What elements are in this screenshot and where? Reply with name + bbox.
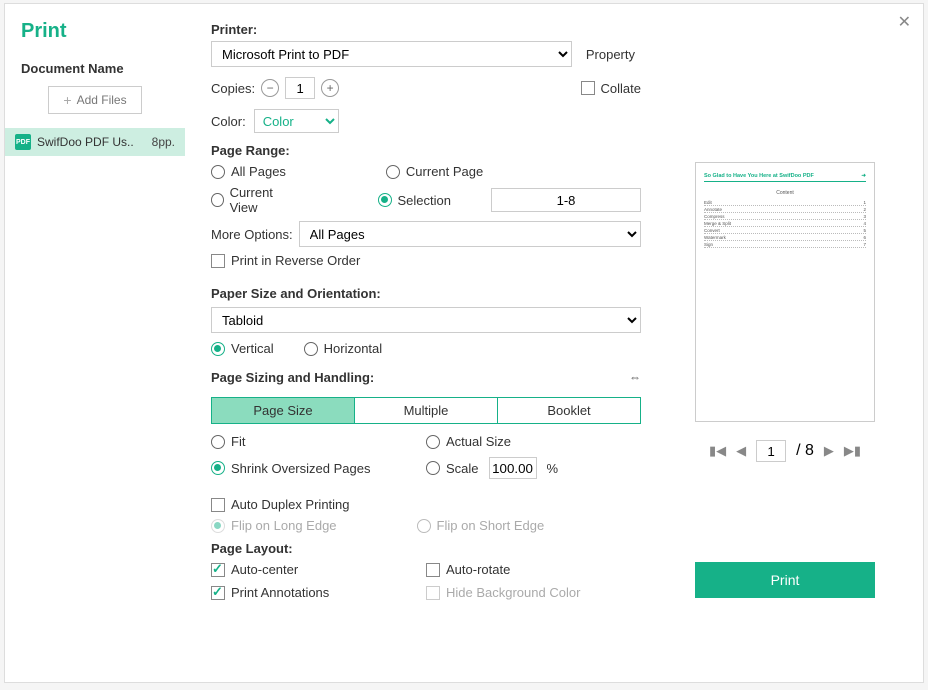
scale-input[interactable] [489, 457, 537, 479]
settings-panel: Printer: Microsoft Print to PDF Property… [211, 22, 641, 672]
scale-radio[interactable]: Scale % [426, 457, 641, 479]
copies-increment-button[interactable]: + [321, 79, 339, 97]
vertical-radio[interactable]: Vertical [211, 341, 274, 356]
current-page-radio[interactable]: Current Page [386, 164, 483, 179]
last-page-icon[interactable]: ▶▮ [844, 443, 861, 459]
more-options-label: More Options: [211, 227, 293, 242]
color-select[interactable]: Color [254, 109, 339, 133]
tab-booklet[interactable]: Booklet [497, 398, 640, 423]
auto-rotate-checkbox[interactable]: Auto-rotate [426, 562, 641, 577]
first-page-icon[interactable]: ▮◀ [709, 443, 726, 459]
document-name-label: Document Name [5, 61, 185, 86]
more-options-select[interactable]: All Pages [299, 221, 641, 247]
flip-short-radio: Flip on Short Edge [417, 518, 545, 533]
current-view-radio[interactable]: Current View [211, 185, 296, 215]
copies-input[interactable] [285, 77, 315, 99]
copies-label: Copies: [211, 81, 255, 96]
next-page-icon[interactable]: ▶ [824, 443, 834, 459]
sizing-label: Page Sizing and Handling: [211, 370, 374, 385]
preview-pager: ▮◀ ◀ / 8 ▶ ▶▮ [709, 440, 861, 462]
expand-icon[interactable]: ⇔ [629, 370, 641, 384]
paper-size-select[interactable]: Tabloid [211, 307, 641, 333]
color-label: Color: [211, 114, 246, 129]
printer-select[interactable]: Microsoft Print to PDF [211, 41, 572, 67]
sidebar: Print Document Name + Add Files PDF Swif… [5, 4, 185, 682]
plus-icon: + [63, 93, 71, 107]
preview-pane: So Glad to Have You Here at SwifDoo PDF➜… [641, 22, 903, 672]
horizontal-radio[interactable]: Horizontal [304, 341, 383, 356]
page-total: / 8 [796, 442, 814, 460]
file-pages: 8pp. [152, 135, 175, 149]
reverse-order-checkbox[interactable]: Print in Reverse Order [211, 253, 360, 268]
selection-radio[interactable]: Selection [378, 193, 451, 208]
auto-duplex-checkbox[interactable]: Auto Duplex Printing [211, 497, 350, 512]
page-number-input[interactable] [756, 440, 786, 462]
prev-page-icon[interactable]: ◀ [736, 443, 746, 459]
preview-page: So Glad to Have You Here at SwifDoo PDF➜… [695, 162, 875, 422]
paper-label: Paper Size and Orientation: [211, 286, 641, 301]
all-pages-radio[interactable]: All Pages [211, 164, 286, 179]
printer-property-button[interactable]: Property [580, 47, 641, 62]
shrink-radio[interactable]: Shrink Oversized Pages [211, 457, 426, 479]
file-item[interactable]: PDF SwifDoo PDF Us.. 8pp. [5, 128, 185, 156]
sizing-tabs: Page Size Multiple Booklet [211, 397, 641, 424]
close-icon[interactable]: ✕ [898, 12, 911, 32]
print-annotations-checkbox[interactable]: Print Annotations [211, 585, 426, 600]
selection-input[interactable] [491, 188, 641, 212]
copies-decrement-button[interactable]: − [261, 79, 279, 97]
auto-center-checkbox[interactable]: Auto-center [211, 562, 426, 577]
print-button[interactable]: Print [695, 562, 875, 598]
add-files-label: Add Files [77, 93, 127, 107]
printer-label: Printer: [211, 22, 641, 37]
tab-multiple[interactable]: Multiple [354, 398, 497, 423]
add-files-button[interactable]: + Add Files [48, 86, 142, 114]
file-name: SwifDoo PDF Us.. [37, 135, 146, 149]
actual-size-radio[interactable]: Actual Size [426, 434, 641, 449]
tab-page-size[interactable]: Page Size [212, 398, 354, 423]
page-range-label: Page Range: [211, 143, 641, 158]
pdf-icon: PDF [15, 134, 31, 150]
collate-checkbox[interactable]: Collate [581, 81, 641, 96]
layout-label: Page Layout: [211, 541, 641, 556]
flip-long-radio: Flip on Long Edge [211, 518, 337, 533]
fit-radio[interactable]: Fit [211, 434, 426, 449]
hide-bg-checkbox: Hide Background Color [426, 585, 641, 600]
dialog-title: Print [5, 18, 185, 61]
